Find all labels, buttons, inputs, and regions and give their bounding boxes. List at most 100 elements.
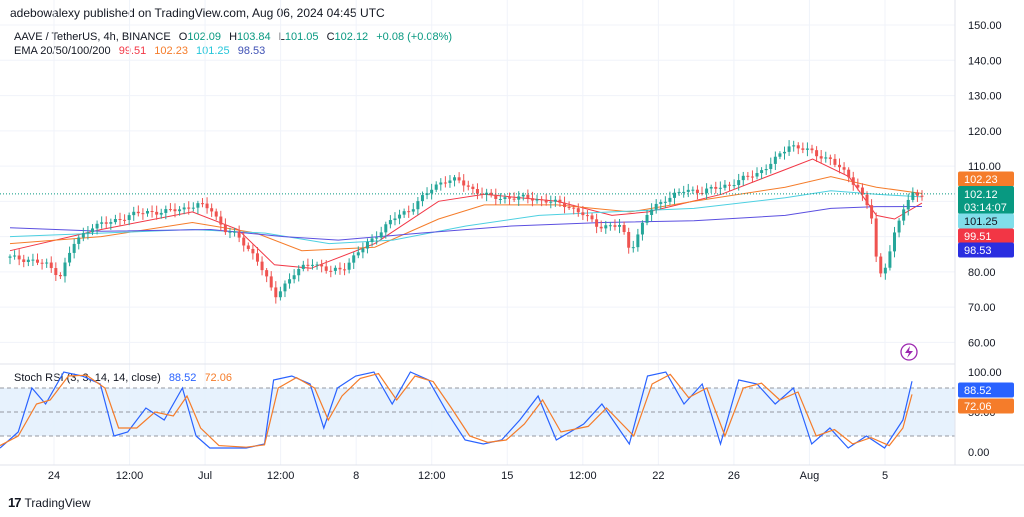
candle-body xyxy=(393,218,397,221)
candle-body xyxy=(879,256,883,274)
ema100-badge: 101.25 xyxy=(964,216,998,228)
candle-body xyxy=(650,209,654,215)
candle-body xyxy=(384,224,388,233)
candle-body xyxy=(45,262,49,264)
candle-body xyxy=(783,151,787,154)
candle-body xyxy=(654,203,658,210)
candle-body xyxy=(127,215,131,220)
candle-body xyxy=(805,148,809,150)
candle-body xyxy=(242,237,246,246)
candle-body xyxy=(104,222,108,224)
candle-body xyxy=(618,224,622,227)
candle-body xyxy=(870,205,874,219)
candle-body xyxy=(333,267,337,271)
candle-body xyxy=(773,156,777,164)
candle-body xyxy=(677,191,681,193)
candle-body xyxy=(824,157,828,159)
candle-body xyxy=(728,184,732,186)
price-tick-label: 70.00 xyxy=(968,302,996,314)
candle-body xyxy=(645,214,649,223)
candle-body xyxy=(760,170,764,174)
candle-body xyxy=(604,225,608,229)
ema-line-2 xyxy=(9,176,923,252)
candle-body xyxy=(81,233,85,238)
candle-body xyxy=(155,211,159,215)
candle-body xyxy=(627,231,631,248)
candle-body xyxy=(356,252,360,256)
time-tick-label: 12:00 xyxy=(116,470,144,482)
candle-body xyxy=(365,241,369,249)
candle-body xyxy=(407,211,411,213)
candle-body xyxy=(86,232,90,234)
candle-body xyxy=(370,238,374,242)
chart-svg[interactable]: 150.00140.00130.00120.00110.00100.0090.0… xyxy=(0,0,1024,517)
candle-body xyxy=(40,262,44,264)
candle-body xyxy=(709,186,713,189)
time-tick-label: 12:00 xyxy=(418,470,446,482)
tradingview-footer[interactable]: 17 TradingView xyxy=(8,495,91,510)
candle-body xyxy=(521,194,525,197)
candle-body xyxy=(17,255,21,260)
candle-body xyxy=(329,270,333,272)
candle-body xyxy=(769,163,773,170)
candle-body xyxy=(411,209,415,212)
candle-body xyxy=(453,177,457,181)
candle-body xyxy=(833,158,837,165)
candle-body xyxy=(210,208,214,212)
candle-body xyxy=(288,279,292,284)
candle-body xyxy=(439,182,443,185)
candle-body xyxy=(897,220,901,233)
candle-body xyxy=(191,207,195,209)
tradingview-brand: TradingView xyxy=(24,495,91,510)
candle-body xyxy=(723,184,727,188)
candle-body xyxy=(819,156,823,159)
candle-body xyxy=(255,253,259,262)
candle-body xyxy=(315,264,319,266)
candle-body xyxy=(544,199,548,203)
candle-body xyxy=(196,203,200,208)
candle-body xyxy=(310,264,314,266)
candle-body xyxy=(306,264,310,266)
time-tick-label: 12:00 xyxy=(267,470,295,482)
candle-body xyxy=(842,167,846,170)
candle-body xyxy=(95,223,99,229)
candle-body xyxy=(815,150,819,157)
candle-body xyxy=(613,225,617,227)
candle-body xyxy=(750,176,754,178)
candle-body xyxy=(72,243,76,253)
stoch-k-badge: 88.52 xyxy=(964,385,992,397)
candle-body xyxy=(398,214,402,219)
candle-body xyxy=(893,232,897,252)
price-tick-label: 80.00 xyxy=(968,267,996,279)
candle-body xyxy=(402,211,406,215)
candle-body xyxy=(663,201,667,203)
time-tick-label: 5 xyxy=(882,470,888,482)
ema-line-3 xyxy=(9,190,923,245)
candle-body xyxy=(503,197,507,199)
candle-body xyxy=(888,251,892,268)
price-tick-label: 140.00 xyxy=(968,55,1002,67)
countdown-timer: 03:14:07 xyxy=(964,202,1007,214)
candle-body xyxy=(746,175,750,177)
candle-body xyxy=(640,222,644,235)
candle-body xyxy=(13,255,17,257)
candle-body xyxy=(764,169,768,171)
candle-body xyxy=(141,213,145,215)
candle-body xyxy=(576,208,580,213)
candle-body xyxy=(856,184,860,188)
lightning-icon[interactable] xyxy=(900,343,918,361)
candle-body xyxy=(434,184,438,190)
candle-body xyxy=(187,207,191,209)
close-badge: 102.12 xyxy=(964,189,998,201)
candle-body xyxy=(466,185,470,187)
candle-body xyxy=(563,202,567,208)
candle-body xyxy=(136,211,140,214)
candle-body xyxy=(237,231,241,238)
candle-body xyxy=(517,196,521,200)
candle-body xyxy=(540,199,544,201)
candle-body xyxy=(347,262,351,270)
candle-body xyxy=(475,189,479,194)
candle-body xyxy=(732,185,736,187)
time-tick-label: Aug xyxy=(800,470,820,482)
candle-body xyxy=(471,186,475,190)
